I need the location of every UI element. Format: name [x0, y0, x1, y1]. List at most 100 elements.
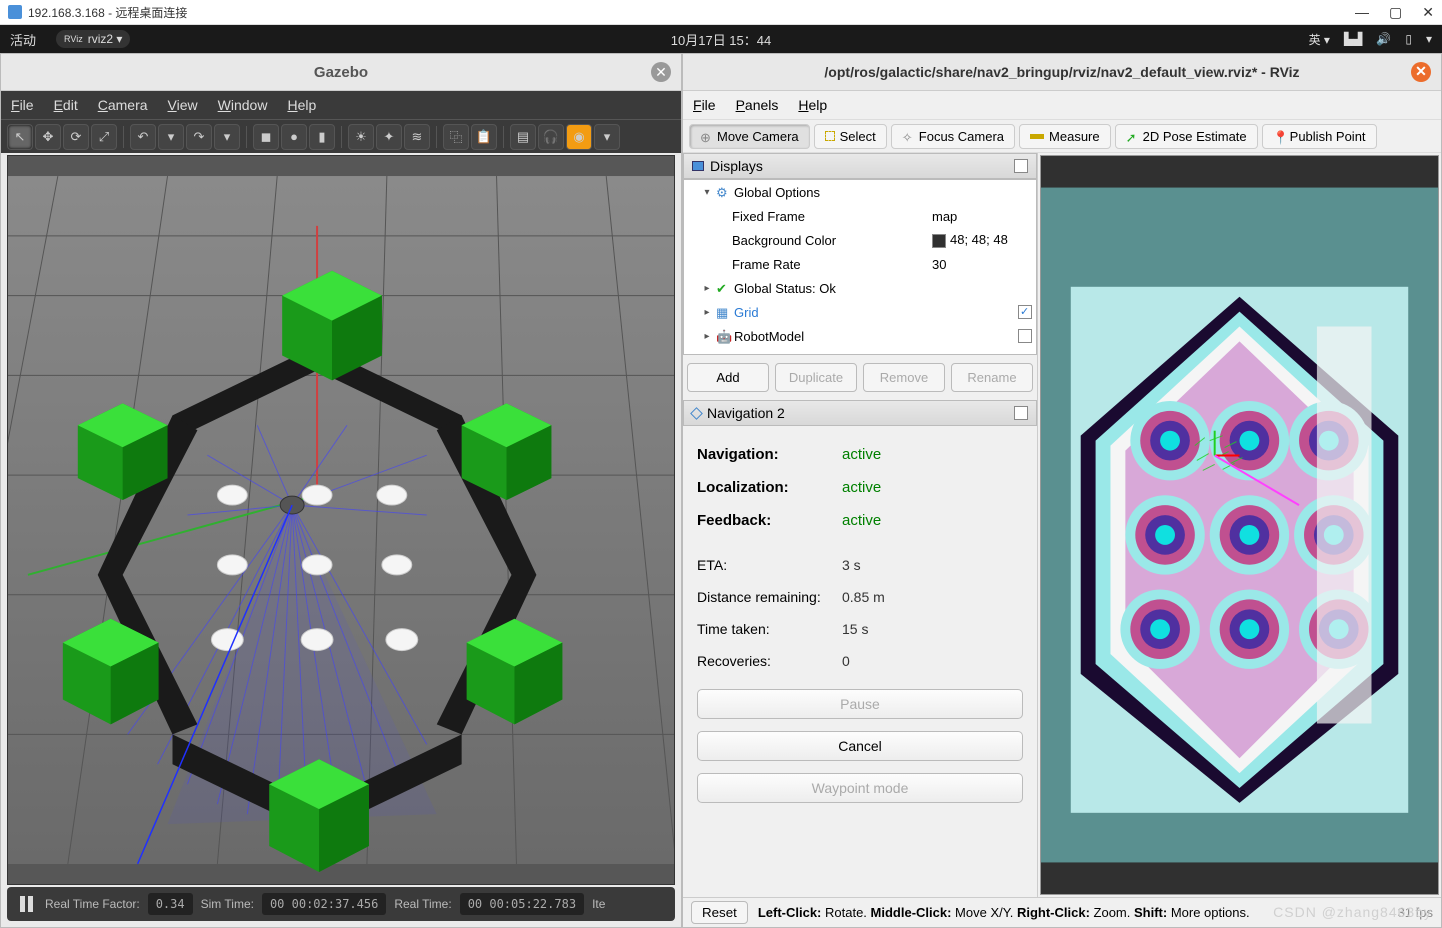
paste-icon[interactable]: 📋	[471, 124, 497, 150]
nav2-panel-checkbox[interactable]	[1014, 406, 1028, 420]
grid-checkbox[interactable]	[1018, 305, 1032, 319]
gazebo-viewport[interactable]	[7, 155, 675, 885]
costmap-scene	[1041, 156, 1438, 894]
gazebo-statusbar: Real Time Factor: 0.34 Sim Time: 00 00:0…	[7, 887, 675, 921]
cylinder-icon[interactable]: ▮	[309, 124, 335, 150]
nav2-panel-header[interactable]: Navigation 2	[683, 400, 1037, 426]
menu-file[interactable]: File	[11, 97, 34, 113]
watermark: CSDN @zhang8463by	[1273, 904, 1432, 920]
rdp-icon	[8, 5, 22, 19]
rviz-close-icon[interactable]: ✕	[1411, 62, 1431, 82]
select-icon	[825, 131, 835, 141]
remove-button[interactable]: Remove	[863, 363, 945, 392]
power-menu-icon[interactable]: ▾	[1426, 32, 1432, 46]
realtime-label: Real Time:	[394, 897, 451, 911]
log-icon[interactable]: ▾	[594, 124, 620, 150]
realtime-value: 00 00:05:22.783	[460, 893, 584, 915]
displays-tree[interactable]: ▾⚙Global Options Fixed Framemap Backgrou…	[683, 179, 1037, 355]
gazebo-titlebar: Gazebo ✕	[1, 54, 681, 91]
rdp-titlebar: 192.168.3.168 - 远程桌面连接 — ▢ ✕	[0, 0, 1442, 25]
copy-icon[interactable]: ⿻	[443, 124, 469, 150]
ruler-icon	[1030, 134, 1044, 139]
menu-help[interactable]: Help	[287, 97, 316, 113]
robotmodel-checkbox[interactable]	[1018, 329, 1032, 343]
pose-estimate-tool[interactable]: ➚2D Pose Estimate	[1115, 124, 1258, 149]
simtime-label: Sim Time:	[201, 897, 254, 911]
clock[interactable]: 10月17日 15：44	[671, 30, 771, 49]
select-tool[interactable]: Select	[814, 124, 887, 149]
snap-icon[interactable]: 🎧	[538, 124, 564, 150]
activities-button[interactable]: 活动	[10, 30, 36, 49]
displays-panel-header[interactable]: Displays	[683, 153, 1037, 179]
align-icon[interactable]: ▤	[510, 124, 536, 150]
menu-window[interactable]: Window	[218, 97, 268, 113]
undo-menu-icon[interactable]: ▾	[158, 124, 184, 150]
displays-buttons: Add Duplicate Remove Rename	[683, 355, 1037, 400]
pause-nav-button[interactable]: Pause	[697, 689, 1023, 719]
select-tool-icon[interactable]: ↖	[7, 124, 33, 150]
box-icon[interactable]: ◼	[253, 124, 279, 150]
translate-tool-icon[interactable]: ✥	[35, 124, 61, 150]
maximize-button[interactable]: ▢	[1389, 4, 1402, 21]
network-icon[interactable]: ▙▟	[1344, 32, 1362, 46]
sphere-icon[interactable]: ●	[281, 124, 307, 150]
light-spot-icon[interactable]: ✦	[376, 124, 402, 150]
focus-icon: ✧	[902, 130, 914, 142]
menu-panels[interactable]: Panels	[736, 97, 779, 113]
undo-icon[interactable]: ↶	[130, 124, 156, 150]
minimize-button[interactable]: —	[1355, 4, 1369, 21]
reset-button[interactable]: Reset	[691, 901, 748, 924]
simtime-value: 00 00:02:37.456	[262, 893, 386, 915]
volume-icon[interactable]: 🔊	[1376, 32, 1391, 46]
light-dir-icon[interactable]: ≋	[404, 124, 430, 150]
rtf-label: Real Time Factor:	[45, 897, 140, 911]
cancel-nav-button[interactable]: Cancel	[697, 731, 1023, 761]
rviz-window: /opt/ros/galactic/share/nav2_bringup/rvi…	[682, 53, 1442, 928]
menu-camera[interactable]: Camera	[98, 97, 148, 113]
displays-panel-checkbox[interactable]	[1014, 159, 1028, 173]
rviz-title: /opt/ros/galactic/share/nav2_bringup/rvi…	[824, 64, 1299, 80]
add-button[interactable]: Add	[687, 363, 769, 392]
battery-icon[interactable]: ▯	[1405, 32, 1412, 46]
redo-icon[interactable]: ↷	[186, 124, 212, 150]
gazebo-scene	[8, 156, 674, 884]
app-indicator[interactable]: RVizrviz2 ▾	[56, 30, 130, 48]
menu-edit[interactable]: Edit	[54, 97, 78, 113]
gazebo-window: Gazebo ✕ File Edit Camera View Window He…	[0, 53, 682, 928]
waypoint-mode-button[interactable]: Waypoint mode	[697, 773, 1023, 803]
menu-help[interactable]: Help	[798, 97, 827, 113]
grid-icon: ▦	[716, 305, 730, 319]
gnome-top-bar: 活动 RVizrviz2 ▾ 10月17日 15：44 英 ▾ ▙▟ 🔊 ▯ ▾	[0, 25, 1442, 53]
rdp-title: 192.168.3.168 - 远程桌面连接	[28, 4, 187, 21]
rviz-titlebar: /opt/ros/galactic/share/nav2_bringup/rvi…	[683, 54, 1441, 91]
gazebo-title: Gazebo	[314, 64, 368, 81]
move-camera-tool[interactable]: ⊕Move Camera	[689, 124, 810, 149]
rviz-menubar: File Panels Help	[683, 91, 1441, 119]
light-point-icon[interactable]: ☀	[348, 124, 374, 150]
monitor-icon	[692, 161, 704, 171]
menu-view[interactable]: View	[168, 97, 198, 113]
gazebo-close-icon[interactable]: ✕	[651, 62, 671, 82]
workspace: Gazebo ✕ File Edit Camera View Window He…	[0, 53, 1442, 928]
arrow-icon: ➚	[1126, 130, 1138, 142]
focus-camera-tool[interactable]: ✧Focus Camera	[891, 124, 1015, 149]
system-tray: 英 ▾ ▙▟ 🔊 ▯ ▾	[1309, 31, 1432, 48]
pause-sim-button[interactable]	[15, 893, 37, 915]
publish-point-tool[interactable]: 📍Publish Point	[1262, 124, 1377, 149]
input-method-indicator[interactable]: 英 ▾	[1309, 31, 1330, 48]
menu-file[interactable]: File	[693, 97, 716, 113]
redo-menu-icon[interactable]: ▾	[214, 124, 240, 150]
nav2-panel: Navigation:active Localization:active Fe…	[683, 426, 1037, 897]
rename-button[interactable]: Rename	[951, 363, 1033, 392]
interact-icon: ⊕	[700, 130, 712, 142]
check-ok-icon: ✔	[716, 281, 730, 295]
rotate-tool-icon[interactable]: ⟳	[63, 124, 89, 150]
robot-icon: 🤖	[716, 329, 730, 343]
duplicate-button[interactable]: Duplicate	[775, 363, 857, 392]
close-button[interactable]: ✕	[1422, 4, 1434, 21]
screenshot-icon[interactable]: ◉	[566, 124, 592, 150]
mouse-hints: Left-Click: Rotate. Middle-Click: Move X…	[758, 905, 1250, 920]
rviz-3d-view[interactable]	[1040, 155, 1439, 895]
scale-tool-icon[interactable]: ⤢	[91, 124, 117, 150]
measure-tool[interactable]: Measure	[1019, 124, 1111, 149]
